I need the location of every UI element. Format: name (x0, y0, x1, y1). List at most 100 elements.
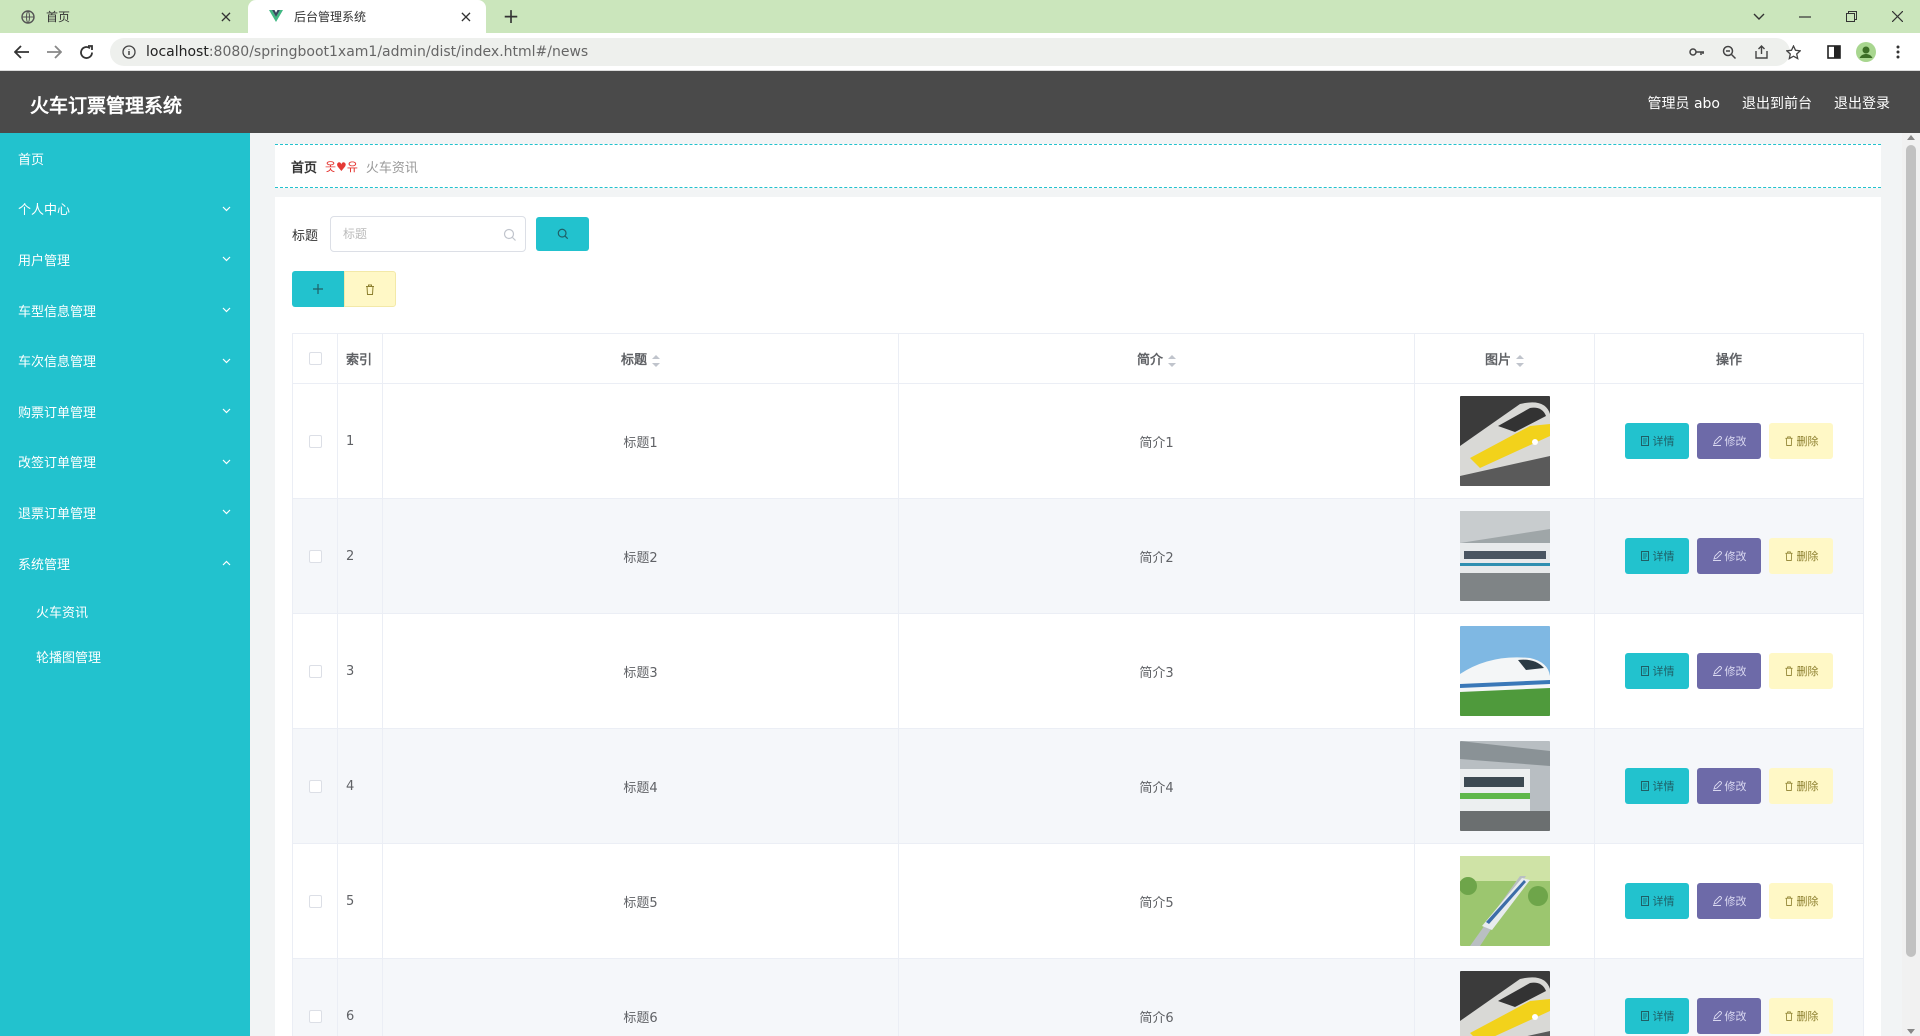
train-thumbnail[interactable] (1459, 511, 1550, 601)
batch-delete-button[interactable] (344, 271, 396, 307)
trash-icon (1784, 666, 1793, 676)
sort-caret-icon[interactable] (652, 354, 660, 367)
sidebar-item-train-type[interactable]: 车型信息管理 (0, 285, 250, 336)
header-title[interactable]: 标题 (382, 333, 899, 384)
row-checkbox[interactable] (308, 549, 322, 563)
chevron-down-icon (220, 456, 232, 468)
edit-button[interactable]: 修改 (1697, 653, 1761, 689)
sidebar-item-train-schedule[interactable]: 车次信息管理 (0, 335, 250, 386)
header-image[interactable]: 图片 (1414, 333, 1595, 384)
sidebar-item-purchase-orders[interactable]: 购票订单管理 (0, 386, 250, 437)
train-thumbnail[interactable] (1459, 626, 1550, 716)
detail-button[interactable]: 详情 (1625, 883, 1689, 919)
scroll-up-icon[interactable] (1907, 135, 1915, 140)
site-info-icon[interactable] (120, 43, 138, 61)
sidebar-item-personal-center[interactable]: 个人中心 (0, 184, 250, 235)
row-title: 标题1 (382, 383, 899, 499)
row-index: 2 (337, 498, 383, 614)
close-window-icon[interactable] (1874, 0, 1920, 33)
delete-label: 删除 (1796, 665, 1819, 678)
breadcrumb-home[interactable]: 首页 (291, 157, 317, 176)
row-check-cell (292, 383, 338, 499)
detail-button[interactable]: 详情 (1625, 423, 1689, 459)
detail-button[interactable]: 详情 (1625, 653, 1689, 689)
sidebar-item-refund-orders[interactable]: 退票订单管理 (0, 487, 250, 538)
row-checkbox[interactable] (308, 779, 322, 793)
sidebar-item-home[interactable]: 首页 (0, 133, 250, 184)
edit-label: 修改 (1724, 780, 1747, 793)
detail-button[interactable]: 详情 (1625, 998, 1689, 1034)
close-tab-icon[interactable]: × (218, 7, 234, 26)
close-tab-icon[interactable]: × (458, 7, 474, 26)
edit-button[interactable]: 修改 (1697, 768, 1761, 804)
page-scrollbar[interactable] (1902, 133, 1920, 1036)
exit-to-frontend-link[interactable]: 退出到前台 (1742, 93, 1812, 113)
sidebar-subitem-carousel[interactable]: 轮播图管理 (0, 634, 250, 680)
browser-tab-admin[interactable]: 后台管理系统 × (248, 0, 486, 33)
sidebar-item-user-management[interactable]: 用户管理 (0, 234, 250, 285)
key-icon[interactable] (1683, 38, 1711, 66)
pencil-icon (1712, 781, 1722, 791)
sidebar-subitem-train-news[interactable]: 火车资讯 (0, 588, 250, 634)
delete-button[interactable]: 删除 (1769, 653, 1833, 689)
sidebar-subitem-label: 火车资讯 (36, 605, 89, 621)
detail-button[interactable]: 详情 (1625, 538, 1689, 574)
browser-tab-home[interactable]: 首页 × (0, 0, 246, 33)
forward-arrow-icon[interactable] (40, 38, 68, 66)
main-content: 首页 옷♥유 火车资讯 标题 标题 索引 标题 简介 图片 操作 1 标题1 简… (250, 133, 1902, 1036)
train-thumbnail[interactable] (1459, 856, 1550, 946)
browser-menu-icon[interactable] (1884, 38, 1912, 66)
url-field[interactable]: localhost:8080/springboot1xam1/admin/dis… (110, 38, 1790, 66)
logout-link[interactable]: 退出登录 (1834, 93, 1890, 113)
zoom-icon[interactable] (1715, 38, 1743, 66)
breadcrumb-current: 火车资讯 (365, 160, 418, 176)
url-host: localhost (146, 44, 209, 60)
row-checkbox[interactable] (308, 664, 322, 678)
search-button[interactable] (536, 217, 590, 251)
search-input[interactable] (331, 217, 526, 251)
sort-caret-icon[interactable] (1168, 354, 1176, 367)
select-all-checkbox[interactable] (308, 352, 322, 365)
tab-search-chevron-icon[interactable] (1736, 0, 1782, 33)
restore-icon[interactable] (1828, 0, 1874, 33)
row-actions: 详情 修改 删除 (1595, 653, 1863, 689)
row-checkbox[interactable] (308, 894, 322, 908)
train-thumbnail[interactable] (1459, 741, 1550, 831)
profile-avatar-icon[interactable] (1852, 38, 1880, 66)
row-brief: 简介1 (898, 383, 1415, 499)
detail-button[interactable]: 详情 (1625, 768, 1689, 804)
bookmark-star-icon[interactable] (1779, 38, 1807, 66)
train-thumbnail[interactable] (1459, 971, 1550, 1036)
table-row: 4 标题4 简介4 详情 修改 删除 (292, 728, 1864, 844)
add-button[interactable] (292, 271, 344, 307)
delete-button[interactable]: 删除 (1769, 998, 1833, 1034)
app-header: 火车订票管理系统 管理员 abo 退出到前台 退出登录 (0, 71, 1920, 133)
row-checkbox[interactable] (308, 434, 322, 448)
row-image-cell (1414, 843, 1595, 959)
row-checkbox[interactable] (308, 1009, 322, 1023)
edit-button[interactable]: 修改 (1697, 998, 1761, 1034)
scroll-down-icon[interactable] (1907, 1029, 1915, 1034)
sort-caret-icon[interactable] (1516, 354, 1524, 367)
header-brief[interactable]: 简介 (898, 333, 1415, 384)
scrollbar-thumb[interactable] (1906, 145, 1916, 957)
reload-icon[interactable] (72, 38, 100, 66)
new-tab-button[interactable]: + (498, 3, 524, 29)
train-thumbnail[interactable] (1459, 396, 1550, 486)
edit-button[interactable]: 修改 (1697, 423, 1761, 459)
sidebar-item-system-management[interactable]: 系统管理 (0, 538, 250, 589)
back-arrow-icon[interactable] (8, 38, 36, 66)
minimize-icon[interactable] (1782, 0, 1828, 33)
side-panel-icon[interactable] (1820, 38, 1848, 66)
delete-button[interactable]: 删除 (1769, 883, 1833, 919)
delete-button[interactable]: 删除 (1769, 538, 1833, 574)
delete-button[interactable]: 删除 (1769, 423, 1833, 459)
pencil-icon (1712, 551, 1722, 561)
edit-button[interactable]: 修改 (1697, 883, 1761, 919)
sidebar-item-change-orders[interactable]: 改签订单管理 (0, 437, 250, 488)
sidebar-item-label: 车型信息管理 (18, 304, 97, 320)
delete-button[interactable]: 删除 (1769, 768, 1833, 804)
row-image-cell (1414, 383, 1595, 499)
share-icon[interactable] (1747, 38, 1775, 66)
edit-button[interactable]: 修改 (1697, 538, 1761, 574)
